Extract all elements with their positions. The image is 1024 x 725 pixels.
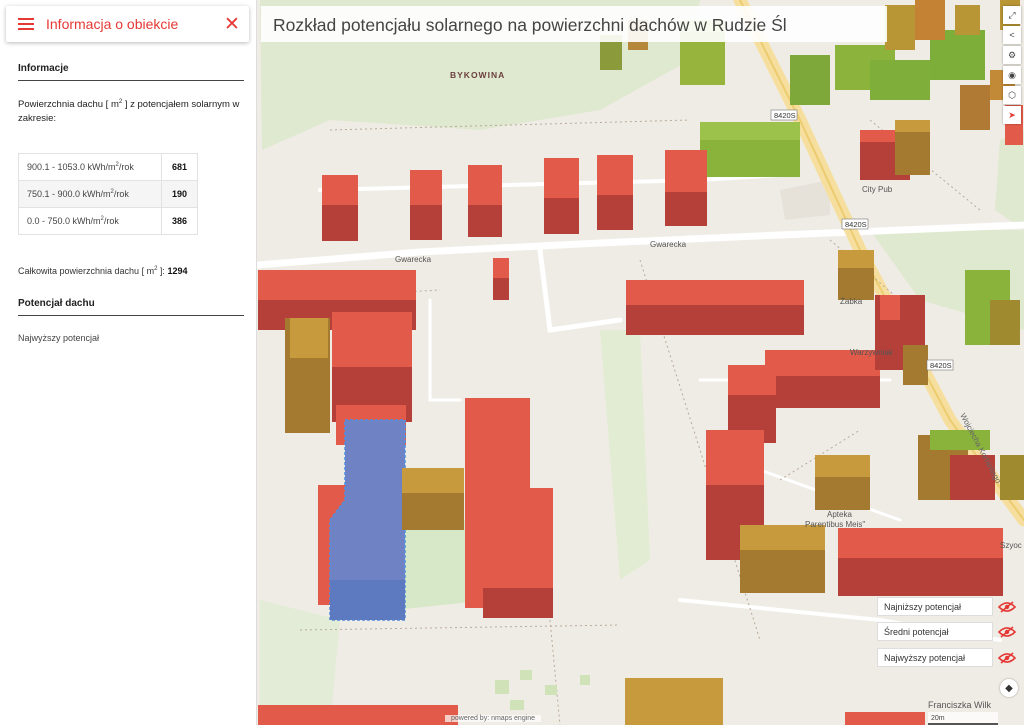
settings-icon[interactable]: ⚙ <box>1003 46 1021 64</box>
scale-bar: 20m <box>928 712 998 725</box>
share-icon[interactable]: < <box>1003 26 1021 44</box>
range-label: 900.1 - 1053.0 kWh/m2/rok <box>18 153 162 181</box>
poi-label: Apteka <box>827 510 852 519</box>
potential-range-table: 900.1 - 1053.0 kWh/m2/rok 681 750.1 - 90… <box>18 153 198 235</box>
layers-icon[interactable]: ◆ <box>1000 679 1018 697</box>
legend-lowest: Najniższy potencjał <box>877 597 1023 616</box>
map-title: Rozkład potencjału solarnego na powierzc… <box>261 6 887 42</box>
street-label: Gwarecka <box>395 255 432 264</box>
globe-icon[interactable]: ◉ <box>1003 66 1021 84</box>
range-value: 681 <box>161 153 198 181</box>
roof-area-description: Powierzchnia dachu [ m2 ] z potencjałem … <box>18 98 240 124</box>
eye-off-icon[interactable] <box>995 622 1019 641</box>
table-row: 750.1 - 900.0 kWh/m2/rok 190 <box>18 180 198 208</box>
poi-label: Warzywniak <box>850 348 894 357</box>
roof-potential-value: Najwyższy potencjał <box>18 333 100 343</box>
close-icon[interactable]: ✕ <box>215 6 249 42</box>
eye-off-icon[interactable] <box>995 648 1019 667</box>
poi-label: Żabka <box>840 297 863 306</box>
sidebar-header: Informacja o obiekcie ✕ <box>6 6 249 42</box>
total-roof-area: Całkowita powierzchnia dachu [ m2 ]: 129… <box>18 266 188 276</box>
sidebar-title: Informacja o obiekcie <box>46 16 179 32</box>
info-sidebar: Informacja o obiekcie ✕ Informacje Powie… <box>0 0 257 725</box>
road-label: 8420S <box>930 361 952 370</box>
range-value: 190 <box>161 180 198 208</box>
poi-label: City Pub <box>862 185 893 194</box>
hamburger-menu-icon[interactable] <box>18 18 34 30</box>
range-label: 750.1 - 900.0 kWh/m2/rok <box>18 180 162 208</box>
total-roof-area-value: 1294 <box>167 266 188 276</box>
street-label: Gwarecka <box>650 240 687 249</box>
district-label: BYKOWINA <box>450 70 505 80</box>
table-row: 0.0 - 750.0 kWh/m2/rok 386 <box>18 207 198 235</box>
section-heading-info: Informacje <box>18 63 244 81</box>
legend-label: Średni potencjał <box>877 622 993 641</box>
road-label: 8420S <box>845 220 867 229</box>
section-heading-potential: Potencjał dachu <box>18 298 244 316</box>
fullscreen-icon[interactable]: ⤢ <box>1003 6 1021 24</box>
street-label: Szyoc <box>1000 541 1022 550</box>
polygon-icon[interactable]: ⬡ <box>1003 86 1021 104</box>
range-value: 386 <box>161 207 198 235</box>
legend-label: Najwyższy potencjał <box>877 648 993 667</box>
legend-highest: Najwyższy potencjał <box>877 648 1023 667</box>
range-label: 0.0 - 750.0 kWh/m2/rok <box>18 207 162 235</box>
map-canvas[interactable]: BYKOWINA Gwarecka Gwarecka 8420S 8420S 8… <box>257 0 1024 725</box>
eye-off-icon[interactable] <box>995 597 1019 616</box>
road-label: 8420S <box>774 111 796 120</box>
legend-label: Najniższy potencjał <box>877 597 993 616</box>
street-label: Franciszka Wilk <box>928 700 992 710</box>
compass-icon[interactable]: ➤ <box>1003 106 1021 124</box>
poi-label: Parentibus Meis" <box>805 520 865 529</box>
legend-medium: Średni potencjał <box>877 622 1023 641</box>
map-toolbar: ⤢ < ⚙ ◉ ⬡ ➤ <box>1003 6 1021 126</box>
map-view[interactable]: BYKOWINA Gwarecka Gwarecka 8420S 8420S 8… <box>257 0 1024 725</box>
map-attribution: powered by: nmaps engine <box>445 715 542 722</box>
table-row: 900.1 - 1053.0 kWh/m2/rok 681 <box>18 153 198 181</box>
